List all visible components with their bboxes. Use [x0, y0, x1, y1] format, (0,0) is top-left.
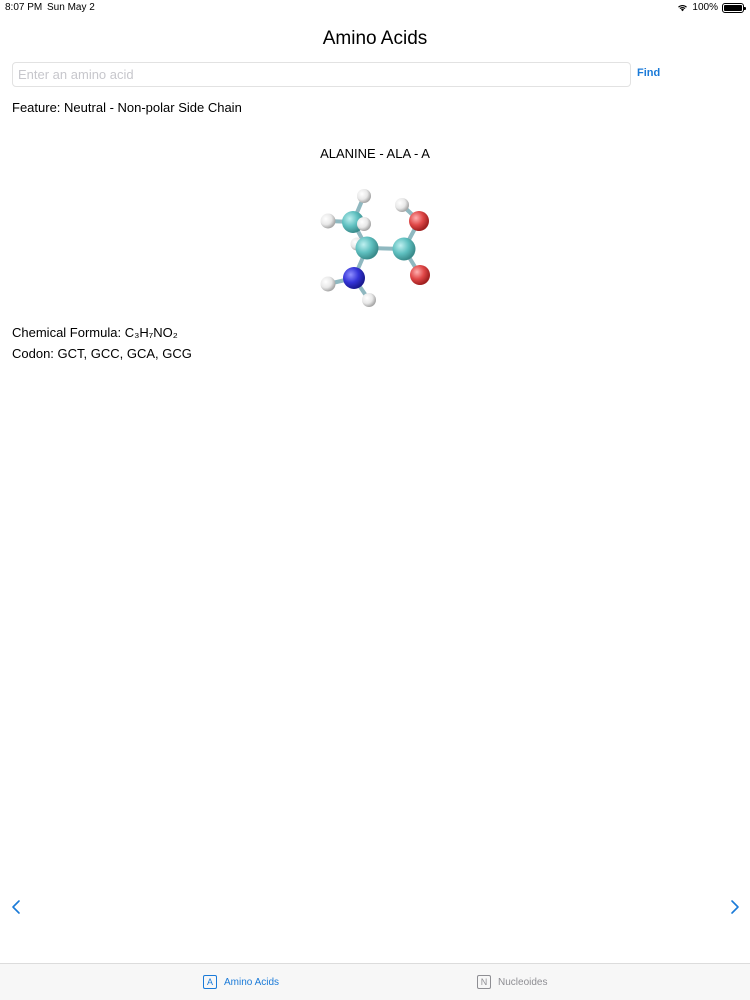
screen: 8:07 PM Sun May 2 100% Amino Acids Find …	[0, 0, 750, 1000]
previous-button[interactable]	[10, 899, 24, 915]
feature-text: Feature: Neutral - Non-polar Side Chain	[12, 100, 242, 115]
tab-amino-acids[interactable]: A Amino Acids	[203, 975, 279, 989]
feature-label: Feature:	[12, 100, 61, 115]
oxygen-atom	[409, 211, 429, 231]
formula-value: C₃H₇NO₂	[124, 325, 178, 340]
hydrogen-atom	[395, 198, 409, 212]
codon-label: Codon:	[12, 346, 54, 361]
hydrogen-atom	[357, 189, 371, 203]
chevron-right-icon	[731, 900, 739, 914]
nucleoides-tab-icon: N	[477, 975, 491, 989]
page-title: Amino Acids	[322, 28, 428, 49]
status-date: Sun May 2	[47, 2, 95, 13]
next-button[interactable]	[727, 899, 741, 915]
chevron-left-icon	[12, 900, 20, 914]
battery-fill	[724, 4, 742, 11]
carbon-atom	[392, 237, 416, 261]
carbon-atom	[355, 236, 379, 260]
wifi-icon	[678, 4, 688, 12]
search-input[interactable]	[12, 62, 631, 87]
status-time: 8:07 PM	[5, 2, 43, 13]
molecule-atoms	[320, 189, 430, 307]
hydrogen-atom	[357, 217, 371, 231]
tab-label: Nucleoides	[498, 976, 548, 988]
battery-icon	[722, 2, 746, 13]
hydrogen-atom	[320, 213, 336, 229]
status-bar: 8:07 PM Sun May 2 100%	[0, 0, 750, 16]
nitrogen-atom	[343, 267, 365, 289]
tab-nucleoides[interactable]: N Nucleoides	[477, 975, 547, 989]
hydrogen-atom	[320, 276, 336, 292]
oxygen-atom	[410, 265, 430, 285]
amino-acid-name: ALANINE - ALA - A	[320, 146, 430, 161]
tab-label: Amino Acids	[224, 976, 280, 988]
battery-percent: 100%	[692, 2, 718, 13]
codon: Codon: GCT, GCC, GCA, GCG	[12, 346, 192, 361]
chemical-formula: Chemical Formula: C₃H₇NO₂	[12, 325, 178, 340]
hydrogen-atom	[362, 293, 376, 307]
amino-acids-tab-icon: A	[203, 975, 217, 989]
tab-bar: A Amino Acids N Nucleoides	[0, 963, 750, 1000]
codon-value: GCT, GCC, GCA, GCG	[57, 346, 192, 361]
molecule-3d-model[interactable]	[310, 180, 440, 315]
feature-value: Neutral - Non-polar Side Chain	[64, 100, 242, 115]
formula-label: Chemical Formula:	[12, 325, 122, 340]
status-right: 100%	[677, 2, 746, 13]
find-button[interactable]: Find	[637, 67, 660, 79]
